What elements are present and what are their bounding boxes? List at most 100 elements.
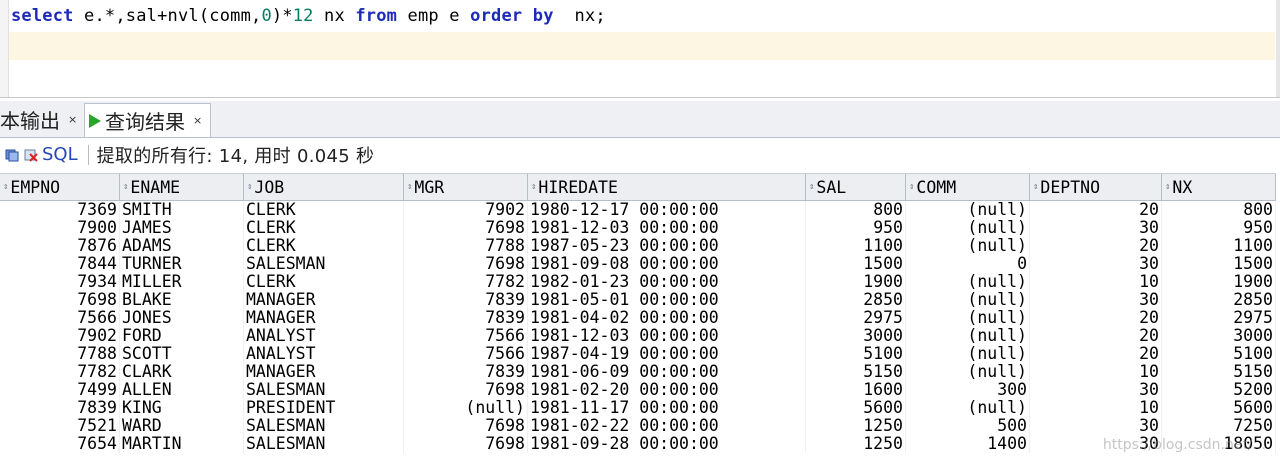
cell-comm[interactable]: (null) (906, 363, 1030, 381)
column-header-empno[interactable]: ⇕ EMPNO (0, 173, 120, 201)
cell-comm[interactable]: 0 (906, 255, 1030, 273)
cell-comm[interactable]: 300 (906, 381, 1030, 399)
cell-sal[interactable]: 2850 (806, 291, 906, 309)
cell-ename[interactable]: CLARK (120, 363, 244, 381)
cell-comm[interactable]: 500 (906, 417, 1030, 435)
cell-hiredate[interactable]: 1987-04-19 00:00:00 (528, 345, 806, 363)
column-header-deptno[interactable]: ⇕ DEPTNO (1030, 173, 1162, 201)
sort-icon[interactable]: ⇕ (909, 182, 914, 192)
table-row[interactable]: 7566 JONES MANAGER 7839 1981-04-02 00:00:00 2… (0, 309, 1280, 327)
cell-sal[interactable]: 800 (806, 201, 906, 219)
sql-statement[interactable]: select e.*,sal+nvl(comm,0)*12 nx from em… (11, 6, 606, 26)
column-header-nx[interactable]: ⇕ NX (1162, 173, 1276, 201)
sql-button[interactable]: SQL (42, 144, 78, 165)
cell-mgr[interactable]: (null) (404, 399, 528, 417)
cell-sal[interactable]: 1900 (806, 273, 906, 291)
cell-nx[interactable]: 3000 (1162, 327, 1276, 345)
cell-empno[interactable]: 7654 (0, 435, 120, 453)
cell-comm[interactable]: (null) (906, 237, 1030, 255)
table-row[interactable]: 7788 SCOTT ANALYST 7566 1987-04-19 00:00:00 5… (0, 345, 1280, 363)
cell-job[interactable]: SALESMAN (244, 381, 404, 399)
cell-hiredate[interactable]: 1981-11-17 00:00:00 (528, 399, 806, 417)
cell-nx[interactable]: 5200 (1162, 381, 1276, 399)
table-row[interactable]: 7654 MARTIN SALESMAN 7698 1981-09-28 00:00:0… (0, 435, 1280, 453)
cell-hiredate[interactable]: 1981-02-20 00:00:00 (528, 381, 806, 399)
sort-icon[interactable]: ⇕ (1165, 182, 1170, 192)
cell-empno[interactable]: 7839 (0, 399, 120, 417)
table-row[interactable]: 7876 ADAMS CLERK 7788 1987-05-23 00:00:00 110… (0, 237, 1280, 255)
table-row[interactable]: 7902 FORD ANALYST 7566 1981-12-03 00:00:00 30… (0, 327, 1280, 345)
cell-sal[interactable]: 1500 (806, 255, 906, 273)
cell-comm[interactable]: 1400 (906, 435, 1030, 453)
cell-job[interactable]: SALESMAN (244, 255, 404, 273)
cell-deptno[interactable]: 30 (1030, 219, 1162, 237)
cell-hiredate[interactable]: 1981-09-08 00:00:00 (528, 255, 806, 273)
cell-mgr[interactable]: 7839 (404, 363, 528, 381)
table-row[interactable]: 7369 SMITH CLERK 7902 1980-12-17 00:00:00 800… (0, 201, 1280, 219)
cell-comm[interactable]: (null) (906, 291, 1030, 309)
cell-deptno[interactable]: 20 (1030, 237, 1162, 255)
cell-ename[interactable]: ADAMS (120, 237, 244, 255)
column-header-mgr[interactable]: ⇕ MGR (404, 173, 528, 201)
cell-empno[interactable]: 7566 (0, 309, 120, 327)
cell-mgr[interactable]: 7839 (404, 309, 528, 327)
cell-mgr[interactable]: 7698 (404, 381, 528, 399)
cell-ename[interactable]: SCOTT (120, 345, 244, 363)
cell-ename[interactable]: KING (120, 399, 244, 417)
cell-deptno[interactable]: 20 (1030, 309, 1162, 327)
cell-job[interactable]: CLERK (244, 219, 404, 237)
cell-sal[interactable]: 2975 (806, 309, 906, 327)
cell-hiredate[interactable]: 1982-01-23 00:00:00 (528, 273, 806, 291)
cell-job[interactable]: ANALYST (244, 345, 404, 363)
cell-ename[interactable]: FORD (120, 327, 244, 345)
cell-ename[interactable]: MARTIN (120, 435, 244, 453)
cell-hiredate[interactable]: 1987-05-23 00:00:00 (528, 237, 806, 255)
tab-close-icon[interactable]: × (193, 114, 202, 127)
column-header-comm[interactable]: ⇕ COMM (906, 173, 1030, 201)
column-header-job[interactable]: ⇕ JOB (244, 173, 404, 201)
cell-empno[interactable]: 7934 (0, 273, 120, 291)
cell-sal[interactable]: 5150 (806, 363, 906, 381)
cell-deptno[interactable]: 30 (1030, 381, 1162, 399)
editor-scrollbar[interactable] (1276, 0, 1280, 97)
cell-job[interactable]: SALESMAN (244, 417, 404, 435)
cell-ename[interactable]: JONES (120, 309, 244, 327)
cell-ename[interactable]: MILLER (120, 273, 244, 291)
cell-mgr[interactable]: 7782 (404, 273, 528, 291)
cell-nx[interactable]: 2850 (1162, 291, 1276, 309)
cell-mgr[interactable]: 7566 (404, 327, 528, 345)
cell-empno[interactable]: 7900 (0, 219, 120, 237)
sort-icon[interactable]: ⇕ (407, 182, 412, 192)
table-row[interactable]: 7900 JAMES CLERK 7698 1981-12-03 00:00:00 950… (0, 219, 1280, 237)
sql-editor[interactable]: select e.*,sal+nvl(comm,0)*12 nx from em… (0, 0, 1280, 98)
cell-ename[interactable]: TURNER (120, 255, 244, 273)
cell-deptno[interactable]: 20 (1030, 201, 1162, 219)
cell-empno[interactable]: 7369 (0, 201, 120, 219)
cell-comm[interactable]: (null) (906, 273, 1030, 291)
cell-sal[interactable]: 3000 (806, 327, 906, 345)
cell-nx[interactable]: 1100 (1162, 237, 1276, 255)
cell-mgr[interactable]: 7698 (404, 417, 528, 435)
cell-job[interactable]: SALESMAN (244, 435, 404, 453)
cell-mgr[interactable]: 7698 (404, 255, 528, 273)
cell-deptno[interactable]: 10 (1030, 363, 1162, 381)
cell-nx[interactable]: 1500 (1162, 255, 1276, 273)
cell-deptno[interactable]: 20 (1030, 327, 1162, 345)
cell-nx[interactable]: 5600 (1162, 399, 1276, 417)
cell-nx[interactable]: 800 (1162, 201, 1276, 219)
table-row[interactable]: 7499 ALLEN SALESMAN 7698 1981-02-20 00:00:00… (0, 381, 1280, 399)
cell-deptno[interactable]: 20 (1030, 345, 1162, 363)
column-header-hiredate[interactable]: ⇕ HIREDATE (528, 173, 806, 201)
cell-mgr[interactable]: 7566 (404, 345, 528, 363)
tab-script-output[interactable]: 本输出 × (0, 103, 77, 136)
cell-job[interactable]: MANAGER (244, 363, 404, 381)
cell-comm[interactable]: (null) (906, 201, 1030, 219)
table-row[interactable]: 7934 MILLER CLERK 7782 1982-01-23 00:00:00 19… (0, 273, 1280, 291)
cell-empno[interactable]: 7521 (0, 417, 120, 435)
cell-hiredate[interactable]: 1981-05-01 00:00:00 (528, 291, 806, 309)
tab-query-result[interactable]: 查询结果 × (84, 103, 212, 137)
table-row[interactable]: 7844 TURNER SALESMAN 7698 1981-09-08 00:00:0… (0, 255, 1280, 273)
cell-comm[interactable]: (null) (906, 399, 1030, 417)
cell-ename[interactable]: SMITH (120, 201, 244, 219)
cell-nx[interactable]: 2975 (1162, 309, 1276, 327)
